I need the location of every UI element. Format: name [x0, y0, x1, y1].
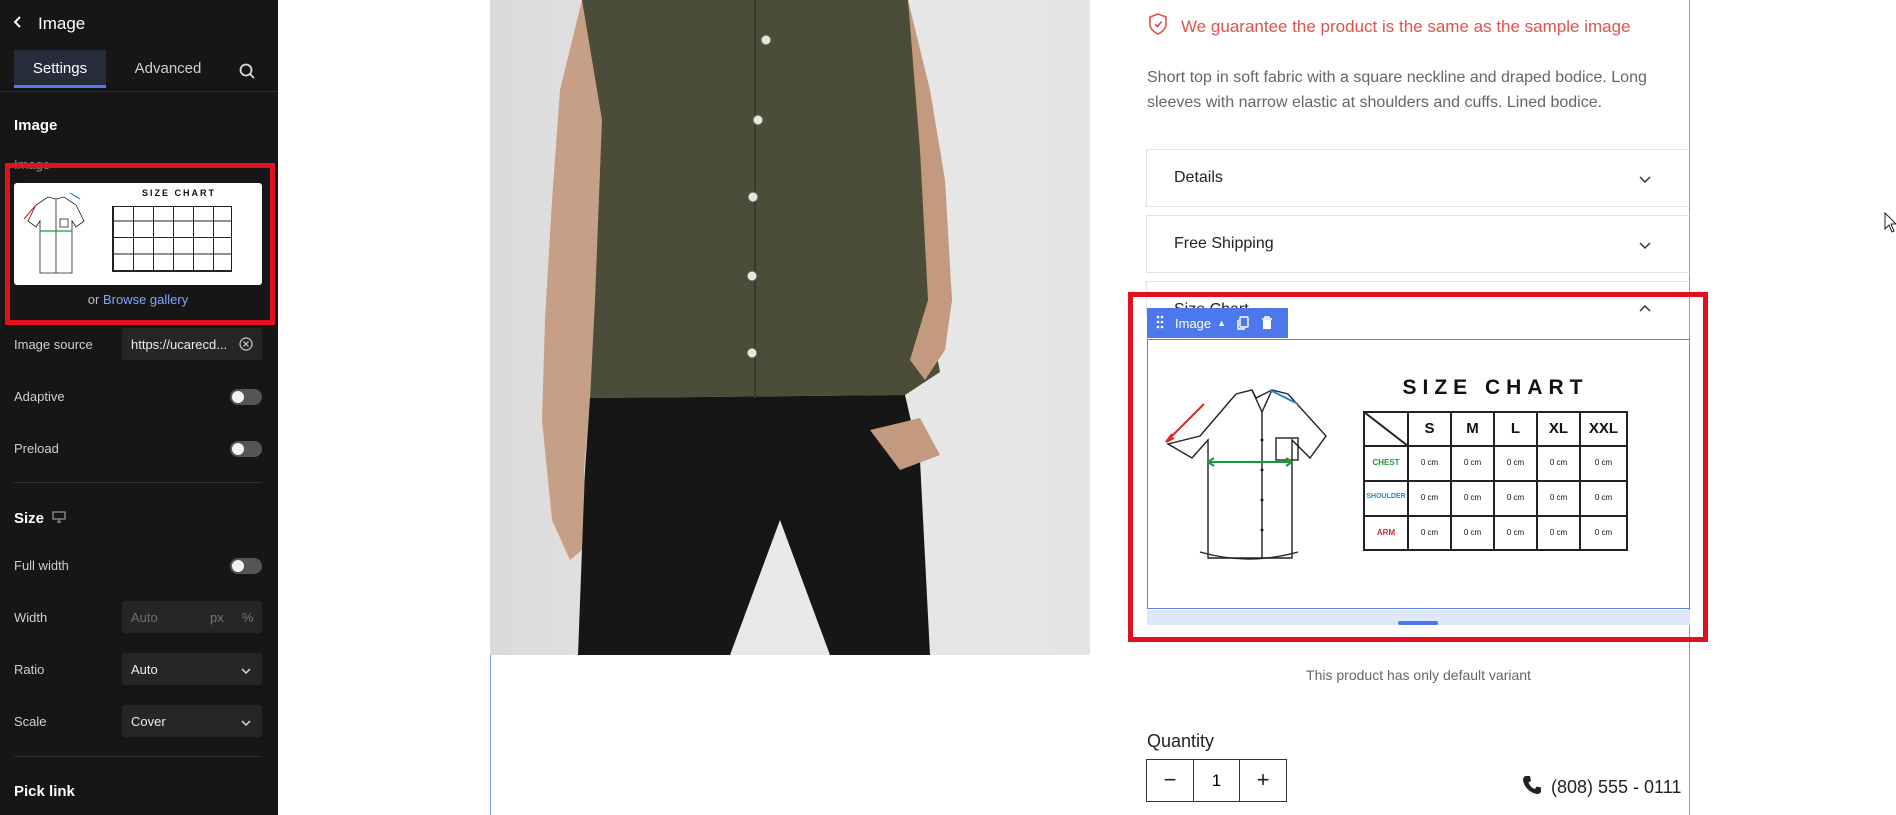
- sidebar-tabs: Settings Advanced: [0, 48, 278, 92]
- toggle-knob: [232, 391, 244, 403]
- unit-percent-option[interactable]: %: [242, 610, 254, 625]
- accordion-details[interactable]: Details: [1146, 149, 1690, 207]
- scale-label: Scale: [14, 714, 47, 729]
- guarantee-text: We guarantee the product is the same as …: [1181, 16, 1631, 36]
- quantity-stepper: − 1 +: [1146, 759, 1287, 802]
- chevron-down-icon: [240, 664, 252, 675]
- image-section-title: Image: [14, 117, 58, 134]
- preload-label: Preload: [14, 441, 59, 456]
- chevron-down-icon: [1638, 238, 1652, 256]
- image-source-field[interactable]: https://ucarecd...: [122, 328, 262, 360]
- width-input[interactable]: Auto px %: [122, 601, 262, 633]
- size-section-title: Size: [14, 510, 66, 527]
- product-image[interactable]: [490, 0, 1090, 655]
- size-title-text: Size: [14, 510, 45, 527]
- adaptive-label: Adaptive: [14, 389, 65, 404]
- full-width-label: Full width: [14, 558, 69, 573]
- desktop-icon[interactable]: [52, 510, 66, 527]
- quantity-input[interactable]: 1: [1193, 760, 1240, 801]
- toggle-knob: [232, 560, 244, 572]
- settings-sidebar: Image Settings Advanced Image Image SIZE…: [0, 0, 278, 815]
- ratio-select[interactable]: Auto: [122, 653, 262, 685]
- clear-circle-icon[interactable]: [238, 336, 254, 352]
- adaptive-toggle[interactable]: [230, 389, 262, 405]
- tab-advanced[interactable]: Advanced: [118, 50, 218, 88]
- shield-icon: [1147, 12, 1181, 41]
- pick-link-title: Pick link: [14, 783, 75, 800]
- phone-number: (808) 555 - 0111: [1551, 777, 1682, 797]
- divider: [14, 482, 262, 483]
- chevron-left-icon[interactable]: [12, 15, 32, 34]
- quantity-plus-button[interactable]: +: [1240, 760, 1286, 801]
- highlight-box: [1128, 292, 1708, 642]
- variant-note: This product has only default variant: [1306, 667, 1531, 683]
- ratio-label: Ratio: [14, 662, 45, 677]
- divider: [14, 756, 262, 757]
- ratio-value: Auto: [131, 662, 158, 677]
- preload-toggle[interactable]: [230, 441, 262, 457]
- search-icon[interactable]: [236, 60, 258, 82]
- guarantee-note: We guarantee the product is the same as …: [1147, 12, 1631, 41]
- highlight-box: [5, 163, 275, 325]
- mouse-cursor-icon: [1884, 211, 1896, 239]
- tab-settings[interactable]: Settings: [14, 50, 106, 88]
- image-source-value: https://ucarecd...: [131, 337, 228, 352]
- product-description: Short top in soft fabric with a square n…: [1147, 69, 1647, 111]
- model-photo: [542, 0, 952, 655]
- sidebar-header: Image: [0, 0, 278, 48]
- editor-canvas: We guarantee the product is the same as …: [278, 0, 1896, 815]
- width-label: Width: [14, 610, 48, 625]
- chevron-down-icon: [1638, 172, 1652, 190]
- accordion-label: Details: [1174, 169, 1223, 186]
- accordion-free-shipping[interactable]: Free Shipping: [1146, 215, 1690, 273]
- accordion-label: Free Shipping: [1174, 235, 1274, 252]
- panel-title: Image: [38, 14, 86, 33]
- toggle-knob: [232, 443, 244, 455]
- phone-icon: [1521, 774, 1551, 801]
- scale-select[interactable]: Cover: [122, 705, 262, 737]
- full-width-toggle[interactable]: [230, 558, 262, 574]
- quantity-minus-button[interactable]: −: [1147, 760, 1193, 801]
- unit-px-option[interactable]: px: [210, 610, 224, 625]
- phone-contact[interactable]: (808) 555 - 0111: [1521, 774, 1681, 801]
- image-source-label: Image source: [14, 337, 93, 352]
- chevron-down-icon: [240, 716, 252, 727]
- quantity-label: Quantity: [1147, 731, 1215, 751]
- scale-value: Cover: [131, 714, 166, 729]
